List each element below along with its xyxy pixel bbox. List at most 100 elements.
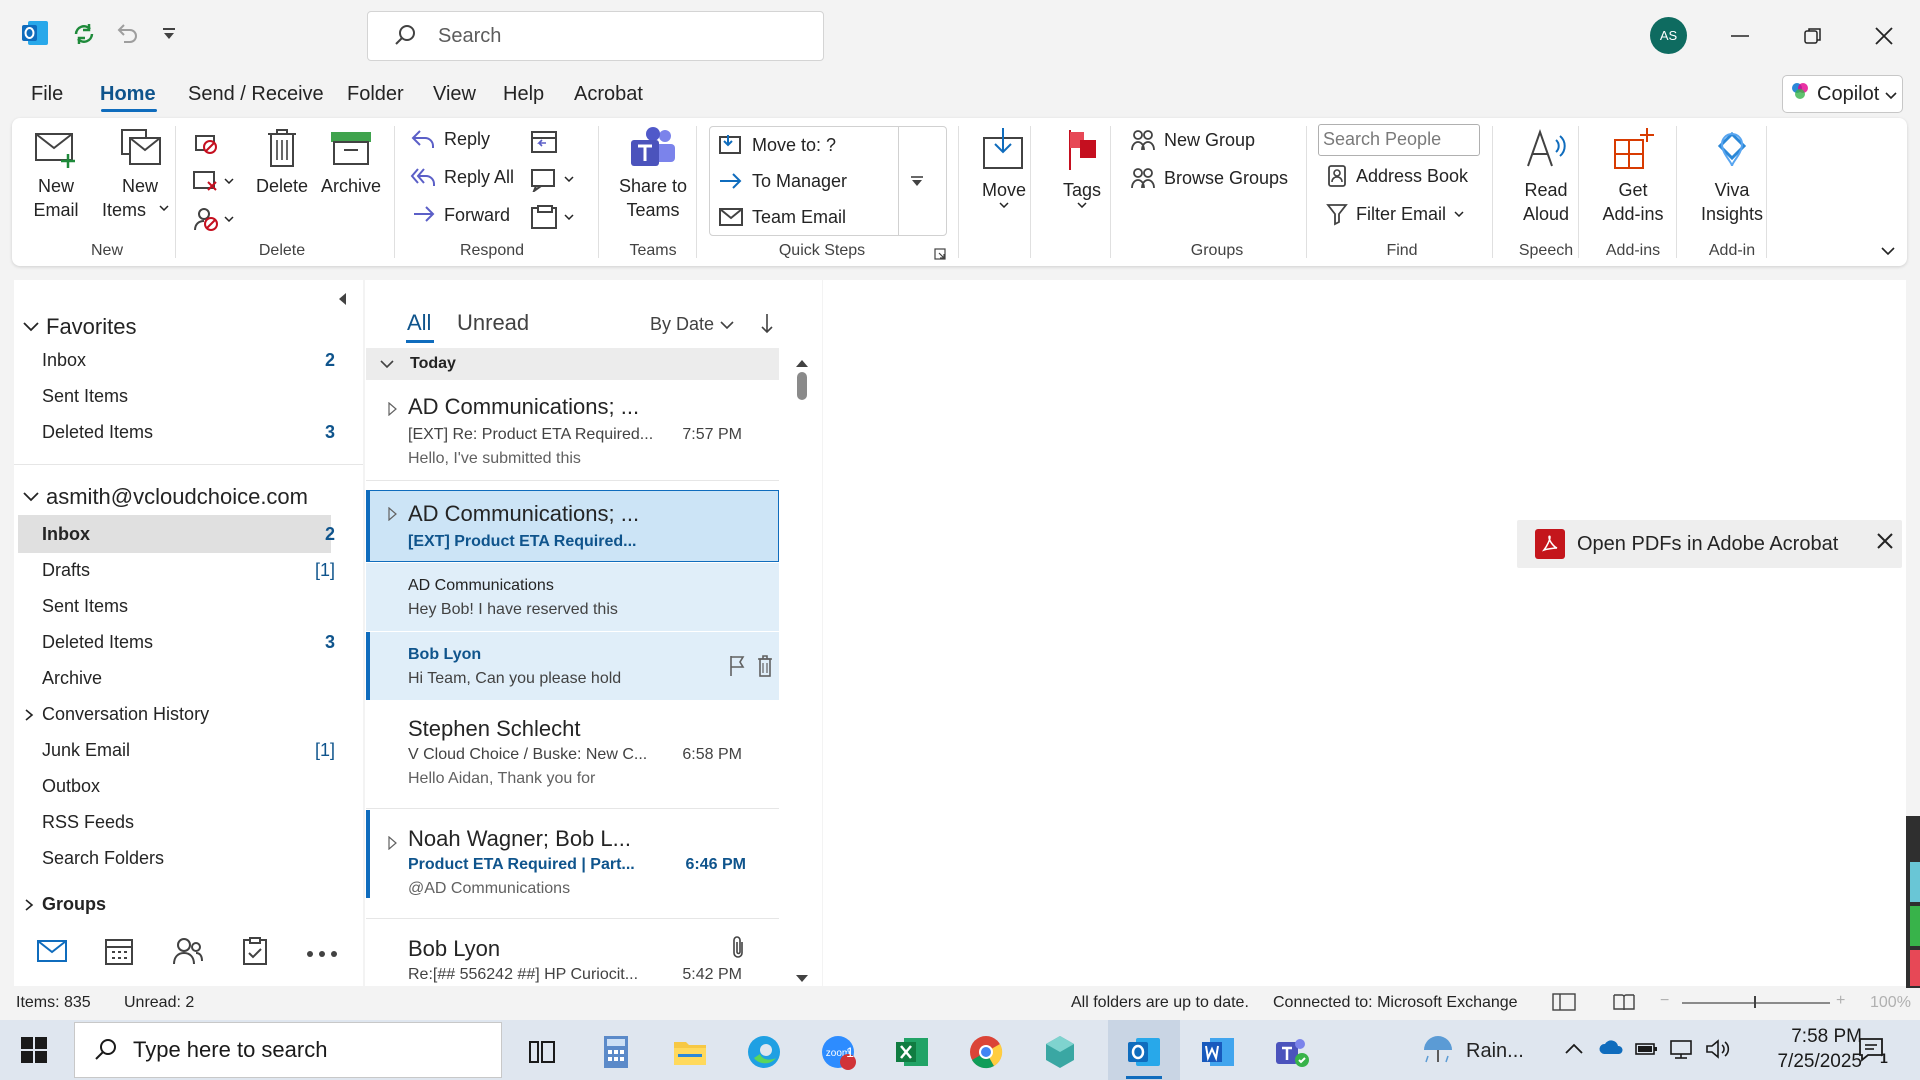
filter-unread[interactable]: Unread <box>457 310 529 336</box>
filter-email-button[interactable]: Filter Email <box>1326 202 1464 226</box>
reply-button[interactable]: Reply <box>410 128 490 150</box>
edge-browser-icon[interactable] <box>744 1032 784 1072</box>
message-item-unread[interactable]: Noah Wagner; Bob L... Product ETA Requir… <box>366 810 779 898</box>
undo-icon[interactable] <box>112 20 140 53</box>
groups-header[interactable]: Groups <box>22 894 106 915</box>
tab-view[interactable]: View <box>433 83 476 106</box>
word-app-icon[interactable] <box>1198 1032 1238 1072</box>
zoom-out-icon[interactable]: − <box>1660 992 1669 1010</box>
onedrive-icon[interactable] <box>1598 1038 1624 1063</box>
quick-step-to-manager[interactable]: To Manager <box>718 169 847 193</box>
share-to-teams-button[interactable]: Share to Teams <box>608 126 698 222</box>
reading-view-icon[interactable] <box>1612 992 1636 1017</box>
close-banner-icon[interactable] <box>1876 532 1894 556</box>
mail-icon[interactable] <box>36 938 68 969</box>
sort-direction-icon[interactable] <box>760 312 774 339</box>
file-explorer-icon[interactable] <box>670 1032 710 1072</box>
message-item-selected[interactable]: AD Communications; ... [EXT] Product ETA… <box>366 490 779 562</box>
calendar-icon[interactable] <box>104 936 134 971</box>
reply-all-button[interactable]: Reply All <box>410 166 514 188</box>
more-apps-icon[interactable] <box>306 942 338 963</box>
avatar[interactable]: AS <box>1650 17 1687 54</box>
scroll-up-icon[interactable] <box>795 352 809 373</box>
sync-icon[interactable] <box>70 20 98 53</box>
windows-start-icon[interactable] <box>20 1036 48 1069</box>
delete-button[interactable]: Delete <box>252 126 312 198</box>
conversation-child-item[interactable]: Bob Lyon Hi Team, Can you please hold <box>366 632 779 700</box>
address-book-button[interactable]: Address Book <box>1326 164 1468 188</box>
gallery-expand-icon[interactable] <box>910 171 924 192</box>
weather-widget[interactable]: Rain... <box>1420 1036 1524 1066</box>
zoom-in-icon[interactable]: + <box>1836 992 1845 1010</box>
folder-sent-items[interactable]: Sent Items <box>42 596 128 617</box>
folder-rss-feeds[interactable]: RSS Feeds <box>42 812 134 833</box>
favorites-header[interactable]: Favorites <box>22 314 136 340</box>
outlook-app-icon[interactable] <box>1124 1032 1164 1072</box>
filter-all[interactable]: All <box>407 310 431 336</box>
app-hexagon-icon[interactable] <box>1040 1032 1080 1072</box>
teams-app-icon[interactable] <box>1272 1032 1312 1072</box>
taskbar-clock[interactable]: 7:58 PM 7/25/2025 <box>1742 1024 1862 1074</box>
folder-junk-email[interactable]: Junk Email <box>42 740 130 761</box>
task-view-icon[interactable] <box>522 1032 562 1072</box>
zoom-slider[interactable] <box>1682 1002 1830 1004</box>
search-people-input[interactable]: Search People <box>1318 124 1480 156</box>
tab-file[interactable]: File <box>31 83 63 106</box>
zoom-level[interactable]: 100% <box>1870 994 1911 1012</box>
message-item[interactable]: AD Communications; ... [EXT] Re: Product… <box>366 384 779 474</box>
tab-help[interactable]: Help <box>503 83 544 106</box>
forward-button[interactable]: Forward <box>410 204 510 226</box>
customize-quick-access-icon[interactable] <box>160 26 178 47</box>
calculator-app-icon[interactable] <box>596 1032 636 1072</box>
junk-button[interactable] <box>192 206 234 232</box>
folder-drafts[interactable]: Drafts <box>42 560 90 581</box>
message-item[interactable]: Stephen Schlecht V Cloud Choice / Buske:… <box>366 710 779 800</box>
chevron-up-icon[interactable] <box>1564 1040 1584 1061</box>
ribbon-collapse-icon[interactable] <box>1880 240 1896 261</box>
volume-icon[interactable] <box>1704 1038 1730 1065</box>
acrobat-banner[interactable]: Open PDFs in Adobe Acrobat <box>1517 520 1902 568</box>
excel-app-icon[interactable] <box>892 1032 932 1072</box>
tasks-icon[interactable] <box>242 936 268 971</box>
new-email-button[interactable]: New Email <box>28 126 84 222</box>
read-aloud-button[interactable]: Read Aloud <box>1504 126 1588 226</box>
scrollbar-thumb[interactable] <box>797 372 807 400</box>
meeting-reply-icon[interactable] <box>530 128 560 159</box>
copilot-button[interactable]: Copilot <box>1782 75 1903 113</box>
taskbar-search-input[interactable]: Type here to search <box>74 1022 502 1078</box>
zoom-slider-thumb[interactable] <box>1754 996 1756 1008</box>
group-header-today[interactable]: Today <box>366 348 779 380</box>
tab-folder[interactable]: Folder <box>347 83 404 106</box>
restore-icon[interactable] <box>1793 18 1833 54</box>
search-input[interactable]: Search <box>367 11 824 61</box>
favorite-sent-items[interactable]: Sent Items <box>42 386 128 407</box>
people-icon[interactable] <box>172 936 204 971</box>
quick-step-team-email[interactable]: Team Email <box>718 205 846 229</box>
normal-view-icon[interactable] <box>1552 992 1576 1017</box>
chrome-browser-icon[interactable] <box>966 1032 1006 1072</box>
close-icon[interactable] <box>1864 18 1904 54</box>
favorite-inbox[interactable]: Inbox <box>42 350 86 371</box>
new-group-button[interactable]: New Group <box>1130 128 1255 152</box>
sort-by-button[interactable]: By Date <box>650 314 734 335</box>
folder-archive[interactable]: Archive <box>42 668 102 689</box>
folder-outbox[interactable]: Outbox <box>42 776 100 797</box>
battery-icon[interactable] <box>1634 1038 1660 1063</box>
folder-inbox[interactable]: Inbox <box>42 524 90 545</box>
folder-search-folders[interactable]: Search Folders <box>42 848 164 869</box>
message-item[interactable]: Bob Lyon Re:[## 556242 ##] HP Curiocit..… <box>366 920 779 986</box>
new-items-button[interactable]: New Items <box>102 126 178 222</box>
conversation-child-item[interactable]: AD Communications Hey Bob! I have reserv… <box>366 563 779 631</box>
tab-home[interactable]: Home <box>100 83 156 106</box>
more-respond-button[interactable] <box>530 204 574 230</box>
account-header[interactable]: asmith@vcloudchoice.com <box>22 484 308 510</box>
folder-conversation-history[interactable]: Conversation History <box>22 704 209 725</box>
tab-acrobat[interactable]: Acrobat <box>574 83 643 106</box>
network-icon[interactable] <box>1668 1038 1694 1065</box>
clean-up-button[interactable] <box>192 168 234 194</box>
quick-step-move-to[interactable]: Move to: ? <box>718 133 836 157</box>
ignore-icon[interactable] <box>192 130 220 161</box>
tags-button[interactable]: Tags <box>1040 126 1124 212</box>
folder-deleted-items[interactable]: Deleted Items <box>42 632 153 653</box>
im-reply-button[interactable] <box>530 166 574 192</box>
